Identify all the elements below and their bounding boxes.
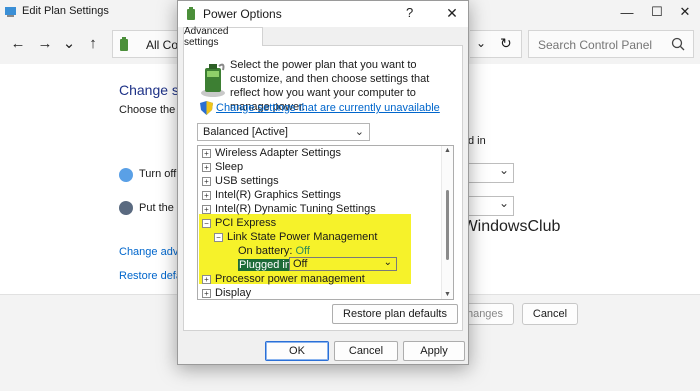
tab-advanced-settings[interactable]: Advanced settings [183, 26, 263, 48]
search-icon [671, 37, 685, 51]
scrollbar-thumb[interactable] [446, 190, 449, 260]
power-plan-select[interactable]: Balanced [Active] ⌄ [197, 123, 370, 141]
plugged-in-select[interactable]: Off ⌄ [289, 257, 397, 271]
minimize-button[interactable]: — [612, 0, 642, 24]
expand-icon[interactable]: + [202, 289, 211, 298]
search-placeholder: Search Control Panel [538, 38, 653, 52]
dialog-cancel-button[interactable]: Cancel [334, 341, 398, 361]
dialog-titlebar: Power Options ? ✕ [178, 1, 468, 27]
tree-item-sleep[interactable]: + Sleep [202, 160, 243, 174]
tree-item-usb-settings[interactable]: + USB settings [202, 174, 279, 188]
plugged-in-column-header: d in [468, 135, 486, 147]
apply-button[interactable]: Apply [403, 341, 465, 361]
tree-item-intel-dynamic-tuning[interactable]: + Intel(R) Dynamic Tuning Settings [202, 202, 376, 216]
display-off-icon [119, 168, 133, 182]
power-plan-value: Balanced [Active] [203, 126, 288, 138]
power-options-dialog: Power Options ? ✕ Advanced settings Sele… [177, 0, 469, 365]
tree-item-intel-graphics[interactable]: + Intel(R) Graphics Settings [202, 188, 341, 202]
turn-off-display-label: Turn off t [139, 168, 183, 180]
chevron-down-icon: ⌄ [354, 126, 364, 138]
tree-item-pci-express[interactable]: − PCI Express [202, 216, 276, 230]
up-arrow-icon[interactable]: ↑ [83, 32, 103, 54]
help-button[interactable]: ? [406, 5, 413, 20]
maximize-button[interactable]: ☐ [642, 0, 672, 24]
uac-shield-icon [200, 101, 213, 115]
restore-plan-defaults-button[interactable]: Restore plan defaults [332, 304, 458, 324]
screen: Edit Plan Settings — ☐ ✕ ← → ⌄ ↑ All Co … [0, 0, 700, 391]
scroll-up-arrow-icon[interactable]: ▲ [444, 147, 451, 154]
back-arrow-icon[interactable]: ← [8, 32, 28, 54]
settings-tree[interactable]: + Wireless Adapter Settings + Sleep + USB s… [197, 145, 454, 300]
display-plugged-in-select[interactable] [462, 163, 514, 183]
background-window-title: Edit Plan Settings [22, 5, 109, 17]
expand-icon[interactable]: + [202, 205, 211, 214]
tree-item-processor-power-management[interactable]: + Processor power management [202, 272, 365, 286]
address-dropdown-icon[interactable]: ⌄ [476, 36, 486, 50]
on-battery-value: Off [295, 245, 310, 257]
expand-icon[interactable]: + [202, 149, 211, 158]
collapse-icon[interactable]: − [202, 219, 211, 228]
plugged-in-label: Plugged in: [238, 259, 296, 271]
scroll-down-arrow-icon[interactable]: ▼ [444, 291, 451, 298]
tree-item-on-battery[interactable]: On battery: Off [238, 244, 310, 258]
close-button[interactable]: ✕ [670, 0, 700, 24]
background-cancel-button[interactable]: Cancel [522, 303, 578, 325]
refresh-icon[interactable]: ↻ [500, 35, 512, 52]
tree-item-link-state-power-management[interactable]: − Link State Power Management [214, 230, 377, 244]
plugged-in-value: Off [293, 258, 308, 270]
dialog-title: Power Options [203, 7, 282, 21]
battery-plug-icon [201, 63, 225, 97]
tree-item-display[interactable]: + Display [202, 286, 251, 299]
ok-button[interactable]: OK [265, 341, 329, 361]
tree-scrollbar[interactable]: ▲ ▼ [441, 146, 453, 299]
search-input[interactable]: Search Control Panel [528, 30, 694, 58]
address-bar-end[interactable]: ⌄ ↻ [470, 30, 522, 58]
recent-locations-chevron-icon[interactable]: ⌄ [59, 32, 79, 54]
sleep-moon-icon [119, 201, 133, 215]
collapse-icon[interactable]: − [214, 233, 223, 242]
expand-icon[interactable]: + [202, 163, 211, 172]
change-unavailable-settings-link[interactable]: Change settings that are currently unava… [216, 102, 440, 114]
sleep-plugged-in-select[interactable] [462, 196, 514, 216]
battery-icon [120, 37, 128, 51]
dialog-close-button[interactable]: ✕ [440, 3, 464, 23]
expand-icon[interactable]: + [202, 275, 211, 284]
advanced-settings-panel: Select the power plan that you want to c… [183, 45, 463, 331]
address-text: All Co [146, 38, 179, 52]
forward-arrow-icon[interactable]: → [35, 32, 55, 54]
tree-item-plugged-in[interactable]: Plugged in: [238, 258, 296, 272]
control-panel-icon [5, 7, 16, 17]
chevron-down-icon: ⌄ [383, 257, 392, 268]
expand-icon[interactable]: + [202, 177, 211, 186]
expand-icon[interactable]: + [202, 191, 211, 200]
on-battery-label: On battery: [238, 245, 293, 257]
tree-item-wireless-adapter[interactable]: + Wireless Adapter Settings [202, 146, 341, 160]
power-options-icon [187, 7, 195, 20]
